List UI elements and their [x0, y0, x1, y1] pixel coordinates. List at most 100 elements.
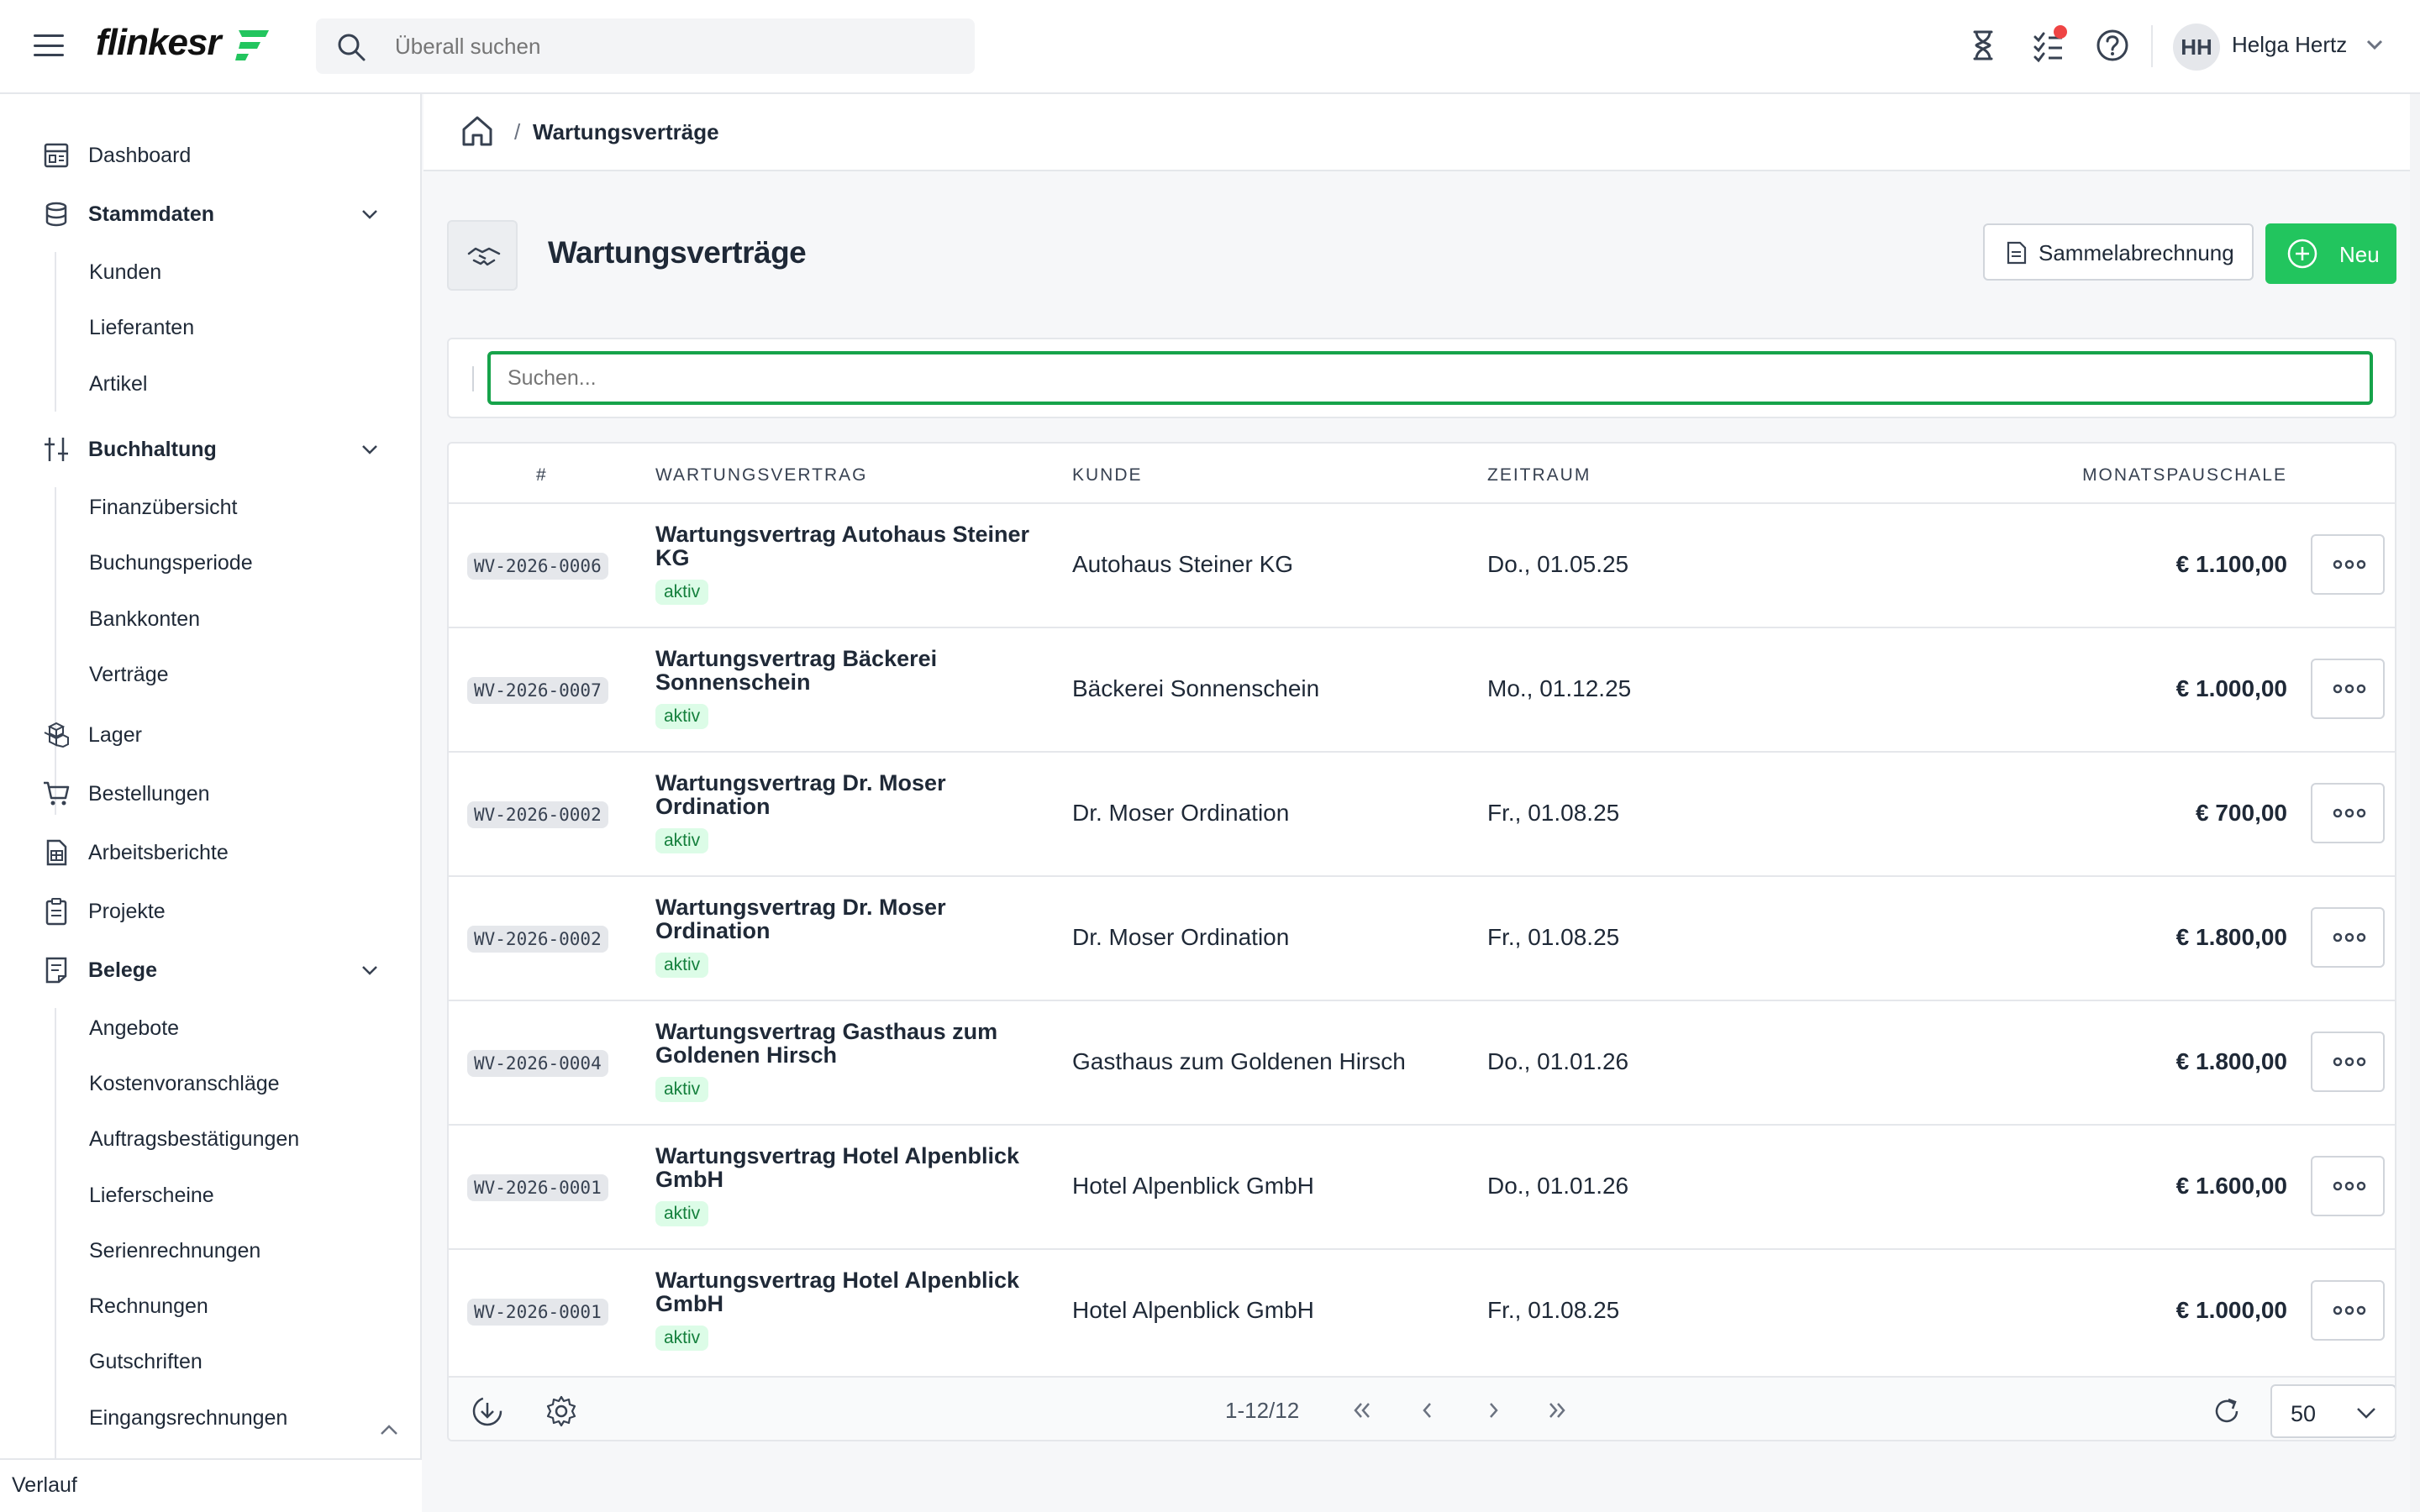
contract-name[interactable]: Wartungsvertrag Hotel Alpenblick GmbH	[655, 1144, 1059, 1191]
column-header-period[interactable]: ZEITRAUM	[1487, 465, 1591, 486]
sidebar-item-stammdaten[interactable]: Stammdaten	[0, 191, 420, 238]
last-page-icon[interactable]	[1543, 1396, 1571, 1425]
column-header-customer[interactable]: KUNDE	[1072, 465, 1143, 486]
home-icon[interactable]	[459, 113, 496, 150]
contract-name[interactable]: Wartungsvertrag Dr. Moser Ordination	[655, 771, 1059, 818]
first-page-icon[interactable]	[1348, 1396, 1376, 1425]
new-button[interactable]: Neu	[2265, 223, 2396, 284]
monthly-amount: € 1.100,00	[2175, 551, 2287, 577]
customer-name: Dr. Moser Ordination	[1072, 800, 1290, 826]
sidebar-subitem-finanzuebersicht[interactable]: Finanzübersicht	[89, 496, 237, 520]
sidebar-subitem-auftragsbestaetigungen[interactable]: Auftragsbestätigungen	[89, 1127, 299, 1152]
user-name[interactable]: Helga Hertz	[2232, 32, 2347, 58]
logo[interactable]: flinkesr	[96, 22, 222, 64]
sidebar-subitem-rechnungen[interactable]: Rechnungen	[89, 1294, 208, 1319]
sidebar-item-bestellungen[interactable]: Bestellungen	[0, 770, 420, 817]
status-badge: aktiv	[655, 1201, 709, 1226]
breadcrumb-current: Wartungsverträge	[533, 119, 719, 144]
more-icon	[2333, 1181, 2366, 1191]
status-badge: aktiv	[655, 828, 709, 853]
sammelabrechnung-button[interactable]: Sammelabrechnung	[1983, 223, 2254, 281]
notification-dot	[2054, 25, 2067, 39]
column-header-number[interactable]: #	[536, 465, 548, 486]
chevron-down-icon[interactable]	[360, 443, 380, 456]
sidebar-subitem-serienrechnungen[interactable]: Serienrechnungen	[89, 1239, 260, 1263]
monthly-amount: € 1.800,00	[2175, 924, 2287, 950]
sidebar-item-arbeitsberichte[interactable]: Arbeitsberichte	[0, 829, 420, 876]
column-header-monthly[interactable]: MONATSPAUSCHALE	[2082, 465, 2287, 486]
row-actions-button[interactable]	[2311, 907, 2385, 968]
chevron-up-icon[interactable]	[378, 1423, 400, 1436]
column-header-contract[interactable]: WARTUNGSVERTRAG	[655, 465, 867, 486]
sidebar-subitem-lieferscheine[interactable]: Lieferscheine	[89, 1184, 214, 1208]
sidebar-subitem-kunden[interactable]: Kunden	[89, 260, 161, 285]
status-badge: aktiv	[655, 704, 709, 729]
row-actions-button[interactable]	[2311, 534, 2385, 595]
contract-name[interactable]: Wartungsvertrag Hotel Alpenblick GmbH	[655, 1268, 1059, 1315]
next-page-icon[interactable]	[1479, 1396, 1507, 1425]
prev-page-icon[interactable]	[1413, 1396, 1442, 1425]
sidebar-subitem-eingangsrechnungen[interactable]: Eingangsrechnungen	[89, 1406, 287, 1431]
chevron-down-icon[interactable]	[360, 963, 380, 977]
table-row[interactable]: WV-2026-0002 Wartungsvertrag Dr. Moser O…	[449, 877, 2395, 1001]
sidebar: Dashboard Stammdaten Kunden Lieferanten …	[0, 94, 422, 1512]
avatar[interactable]: HH	[2173, 24, 2220, 71]
sidebar-item-dashboard[interactable]: Dashboard	[0, 132, 420, 179]
sidebar-item-buchhaltung[interactable]: Buchhaltung	[0, 426, 420, 473]
contract-name[interactable]: Wartungsvertrag Bäckerei Sonnenschein	[655, 647, 1059, 694]
sidebar-footer[interactable]: Verlauf	[0, 1458, 422, 1512]
contract-id: WV-2026-0002	[467, 926, 608, 953]
sidebar-subitem-vertraege[interactable]: Verträge	[89, 663, 169, 687]
menu-icon[interactable]	[34, 32, 64, 59]
sidebar-subitem-artikel[interactable]: Artikel	[89, 372, 147, 396]
chevron-down-icon[interactable]	[360, 207, 380, 221]
global-search-input[interactable]	[395, 18, 950, 74]
row-actions-button[interactable]	[2311, 1156, 2385, 1216]
refresh-icon[interactable]	[2210, 1394, 2244, 1428]
row-actions-button[interactable]	[2311, 1280, 2385, 1341]
sidebar-subitem-lieferanten[interactable]: Lieferanten	[89, 316, 194, 340]
more-icon	[2333, 559, 2366, 570]
period: Fr., 01.08.25	[1487, 800, 1620, 826]
help-icon[interactable]	[2094, 27, 2131, 64]
row-actions-button[interactable]	[2311, 783, 2385, 843]
sidebar-subitem-kostenvoranschlaege[interactable]: Kostenvoranschläge	[89, 1072, 280, 1096]
table-row[interactable]: WV-2026-0007 Wartungsvertrag Bäckerei So…	[449, 628, 2395, 753]
row-actions-button[interactable]	[2311, 659, 2385, 719]
sidebar-item-label: Lager	[88, 722, 142, 747]
scrollbar[interactable]	[2410, 94, 2420, 1512]
handshake-icon	[467, 247, 501, 266]
table-search-input[interactable]	[487, 351, 2373, 405]
sidebar-subitem-angebote[interactable]: Angebote	[89, 1016, 179, 1041]
contract-name[interactable]: Wartungsvertrag Autohaus Steiner KG	[655, 522, 1059, 570]
document-icon	[2007, 241, 2027, 265]
row-actions-button[interactable]	[2311, 1032, 2385, 1092]
sidebar-item-lager[interactable]: Lager	[0, 711, 420, 759]
sidebar-subitem-buchungsperiode[interactable]: Buchungsperiode	[89, 551, 253, 575]
download-icon[interactable]	[471, 1394, 504, 1428]
period: Do., 01.01.26	[1487, 1173, 1629, 1199]
table-row[interactable]: WV-2026-0006 Wartungsvertrag Autohaus St…	[449, 504, 2395, 628]
global-search[interactable]	[316, 18, 975, 74]
sidebar-item-projekte[interactable]: Projekte	[0, 888, 420, 935]
hourglass-icon[interactable]	[1965, 27, 2002, 64]
period: Fr., 01.08.25	[1487, 1297, 1620, 1323]
customer-name: Autohaus Steiner KG	[1072, 551, 1294, 577]
sidebar-item-belege[interactable]: Belege	[0, 947, 420, 994]
cart-icon	[44, 781, 70, 806]
table-row[interactable]: WV-2026-0002 Wartungsvertrag Dr. Moser O…	[449, 753, 2395, 877]
sidebar-subitem-bankkonten[interactable]: Bankkonten	[89, 607, 200, 632]
chevron-down-icon[interactable]	[2365, 37, 2385, 52]
sidebar-subitem-gutschriften[interactable]: Gutschriften	[89, 1350, 203, 1374]
page-size-select[interactable]: 50	[2270, 1384, 2395, 1438]
contract-id: WV-2026-0002	[467, 801, 608, 828]
period: Mo., 01.12.25	[1487, 675, 1632, 701]
table-row[interactable]: WV-2026-0004 Wartungsvertrag Gasthaus zu…	[449, 1001, 2395, 1126]
contract-name[interactable]: Wartungsvertrag Gasthaus zum Goldenen Hi…	[655, 1020, 1059, 1067]
table-row[interactable]: WV-2026-0001 Wartungsvertrag Hotel Alpen…	[449, 1250, 2395, 1374]
settings-icon[interactable]	[544, 1394, 578, 1428]
contract-name[interactable]: Wartungsvertrag Dr. Moser Ordination	[655, 895, 1059, 942]
monthly-amount: € 1.800,00	[2175, 1048, 2287, 1074]
customer-name: Bäckerei Sonnenschein	[1072, 675, 1320, 701]
table-row[interactable]: WV-2026-0001 Wartungsvertrag Hotel Alpen…	[449, 1126, 2395, 1250]
